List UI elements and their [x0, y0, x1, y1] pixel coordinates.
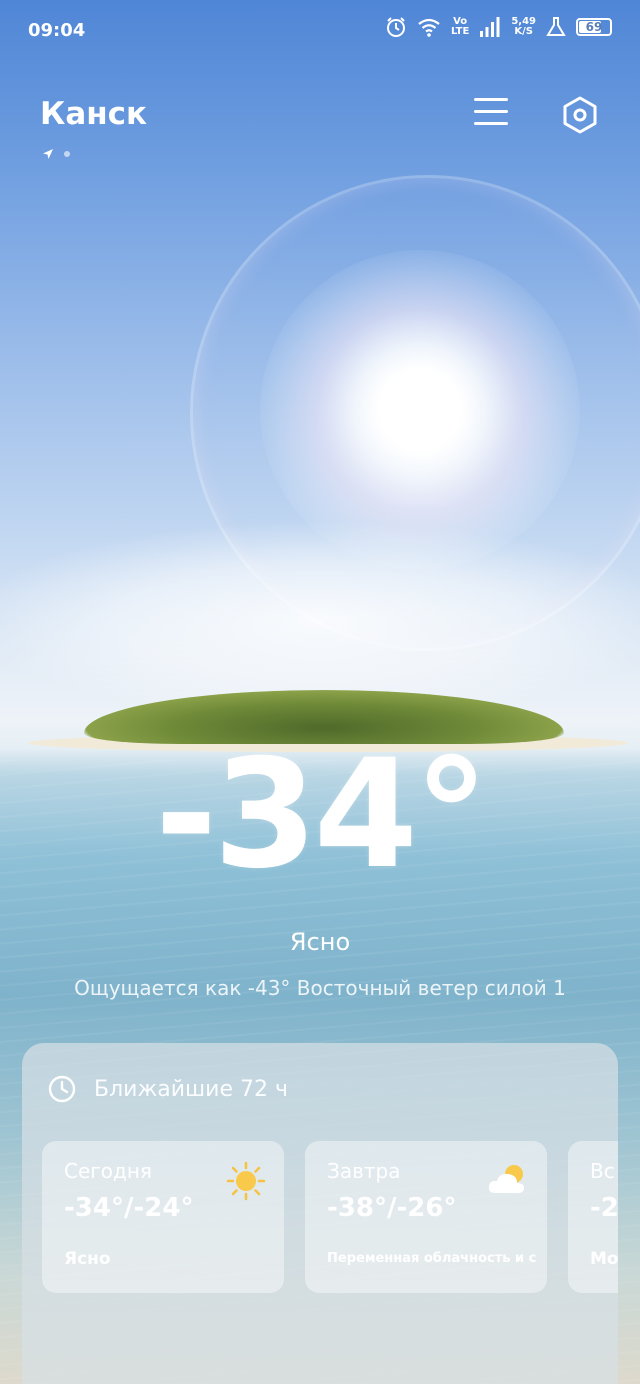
weather-screen: 09:04 Vo LTE 5,49 K/S 69 Канск -34° Ясно… — [0, 0, 640, 1384]
hamburger-menu-icon[interactable] — [474, 98, 508, 130]
day-name: Сегодня — [64, 1159, 152, 1183]
status-icons: Vo LTE 5,49 K/S 69 — [385, 16, 612, 38]
battery-icon: 69 — [576, 18, 612, 36]
forecast-days[interactable]: Сегодня -34°/-24° Ясно Завтра -38°/-26° … — [42, 1141, 618, 1301]
forecast-title: Ближайшие 72 ч — [94, 1076, 288, 1102]
page-dot — [64, 151, 70, 157]
day-temp-range: -34°/-24° — [64, 1193, 194, 1223]
day-condition: Ясно — [64, 1249, 111, 1269]
speed-indicator: 5,49 K/S — [511, 17, 536, 37]
forecast-card: Ближайшие 72 ч Сегодня -34°/-24° Ясно За… — [22, 1043, 618, 1384]
clock-icon — [48, 1075, 76, 1103]
lab-flask-icon — [546, 17, 566, 36]
forecast-day-next[interactable]: Вс -2 Мо — [568, 1141, 618, 1293]
battery-level: 69 — [585, 20, 603, 34]
volte-icon: Vo LTE — [451, 17, 469, 37]
day-condition: Мо — [590, 1249, 618, 1269]
day-name: Завтра — [327, 1159, 401, 1183]
day-temp-range: -38°/-26° — [327, 1193, 457, 1223]
alarm-icon — [386, 17, 405, 37]
feels-like-wind: Ощущается как -43° Восточный ветер силой… — [74, 976, 566, 1000]
day-temp-range: -2 — [590, 1193, 618, 1223]
day-condition: Переменная облачность и солн... — [327, 1251, 537, 1266]
location-page-indicator — [42, 148, 70, 160]
forecast-header[interactable]: Ближайшие 72 ч — [48, 1075, 288, 1103]
status-time: 09:04 — [28, 20, 86, 41]
current-temperature: -34° — [155, 728, 489, 902]
hexagon-settings-icon[interactable] — [560, 95, 600, 135]
location-arrow-icon — [43, 149, 53, 159]
forecast-day-tomorrow[interactable]: Завтра -38°/-26° Переменная облачность и… — [305, 1141, 547, 1293]
sun-icon — [226, 1161, 266, 1201]
speed-unit: K/S — [514, 26, 533, 37]
partly-cloudy-icon — [488, 1165, 524, 1193]
forecast-day-today[interactable]: Сегодня -34°/-24° Ясно — [42, 1141, 284, 1293]
status-bar: 09:04 Vo LTE 5,49 K/S 69 — [0, 0, 640, 64]
city-name[interactable]: Канск — [40, 96, 147, 132]
volte-bottom: LTE — [450, 26, 470, 37]
current-condition: Ясно — [289, 928, 351, 956]
day-name: Вс — [590, 1159, 615, 1183]
signal-icon — [480, 17, 500, 37]
wifi-icon — [418, 18, 440, 37]
